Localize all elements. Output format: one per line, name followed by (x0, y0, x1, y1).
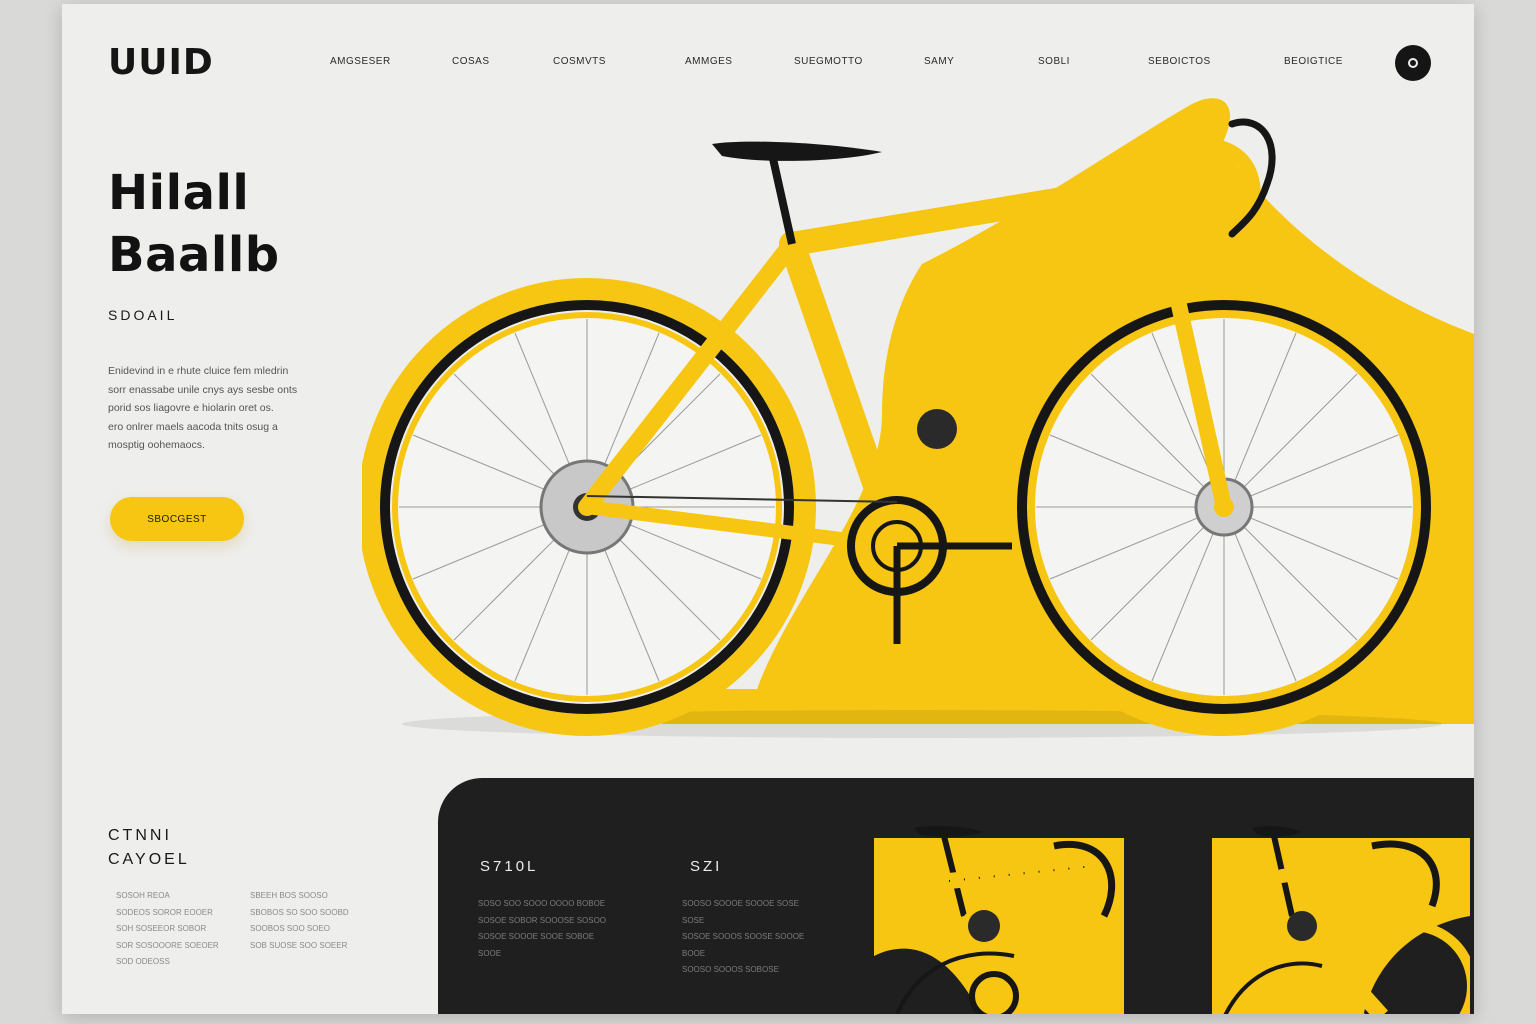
hero-title-line-1: Hilall (108, 165, 250, 221)
nav-item-7[interactable]: SOBLI (1038, 56, 1070, 67)
features-column-1: SOSOH REOA SODEOS SOROR EOOER SOH SOSEEO… (116, 888, 219, 971)
nav-item-9[interactable]: BEOIGTICE (1284, 56, 1343, 67)
hero-desc-line: mosptig oohemaocs. (108, 439, 205, 451)
menu-button[interactable] (1395, 45, 1431, 81)
derailleur (917, 409, 957, 449)
saddle (712, 141, 882, 161)
spec-text-line: SOSOE SOOOE SOOE SOBOE SOOE (478, 932, 595, 958)
features-item: SOD ODEOSS (116, 957, 170, 966)
features-item: SOSOH REOA (116, 891, 170, 900)
features-item: SODEOS SOROR EOOER (116, 907, 213, 917)
hero-title-line-2: Baallb (108, 227, 280, 283)
spec-label-1: S710L (480, 858, 539, 875)
spec-text-line: SOOSO SOOOS SOBOSE (682, 965, 779, 974)
spec-text-line: SOSOE SOBOR SOOOSE SOSOO (478, 915, 607, 925)
spec-text-line: SOOSO SOOOE SOOOE SOSE SOSE (682, 899, 799, 925)
landing-page: UUID AMGSESER COSAS COSMVTS AMMGES SUEGM… (62, 4, 1474, 1014)
nav-item-8[interactable]: SEBOICTOS (1148, 56, 1211, 67)
hero-title: Hilall Baallb (108, 162, 280, 286)
nav-item-1[interactable]: AMGSESER (330, 56, 391, 67)
features-title: CTNNI CAYOEL (108, 824, 190, 872)
specs-panel: S710L SZI SOSO SOO SOOO OOOO BOBOE SOSOE… (438, 778, 1474, 1014)
nav-item-2[interactable]: COSAS (452, 56, 490, 67)
nav-item-5[interactable]: SUEGMOTTO (794, 56, 863, 67)
seat-post (768, 153, 796, 245)
features-item: SOOBOS SOO SOEO (250, 924, 331, 933)
hero-desc-line: sorr enassabe unile cnys ays sesbe onts (108, 383, 298, 396)
features-item: SBOBOS SO SOO SOOBD (250, 907, 349, 917)
hero-subtitle: SDOAIL (108, 307, 178, 323)
circle-menu-icon (1408, 58, 1418, 68)
features-item: SOH SOSEEOR SOBOR (116, 924, 207, 933)
hero-desc-line: porid sos liagovre e hiolarin oret os. (108, 402, 274, 414)
features-title-line-1: CTNNI (108, 827, 172, 844)
spec-text-1: SOSO SOO SOOO OOOO BOBOE SOSOE SOBOR SOO… (478, 896, 614, 962)
main-nav: AMGSESER COSAS COSMVTS AMMGES SUEGMOTTO … (62, 56, 1474, 72)
nav-item-4[interactable]: AMMGES (685, 56, 732, 67)
features-title-line-2: CAYOEL (108, 851, 190, 868)
bike-thumbnail-1[interactable] (874, 806, 1132, 1014)
spec-text-line: SOSOE SOOOS SOOSE SOOOE BOOE (682, 932, 805, 958)
nav-item-3[interactable]: COSMVTS (553, 56, 606, 67)
features-item: SOB SUOSE SOO SOEER (250, 940, 348, 950)
features-column-2: SBEEH BOS SOOSO SBOBOS SO SOO SOOBD SOOB… (250, 888, 349, 954)
nav-item-6[interactable]: SAMY (924, 56, 954, 67)
features-item: SOR SOSOOORE SOEOER (116, 940, 219, 950)
hero-desc-line: ero onlrer maels aacoda tnits osug a (108, 420, 278, 433)
cta-button[interactable]: SBOCGEST (110, 497, 244, 541)
spec-text-line: SOSO SOO SOOO OOOO BOBOE (478, 899, 606, 908)
hero-bicycle-image (362, 98, 1474, 738)
features-item: SBEEH BOS SOOSO (250, 891, 328, 900)
hero-description: Enidevind in e rhute cluice fem mledrin … (108, 362, 336, 455)
spec-label-2: SZI (690, 858, 723, 875)
hero-desc-line: Enidevind in e rhute cluice fem mledrin (108, 365, 289, 377)
bike-thumbnail-2[interactable] (1212, 806, 1470, 1014)
spec-text-2: SOOSO SOOOE SOOOE SOSE SOSE SOSOE SOOOS … (682, 896, 818, 979)
